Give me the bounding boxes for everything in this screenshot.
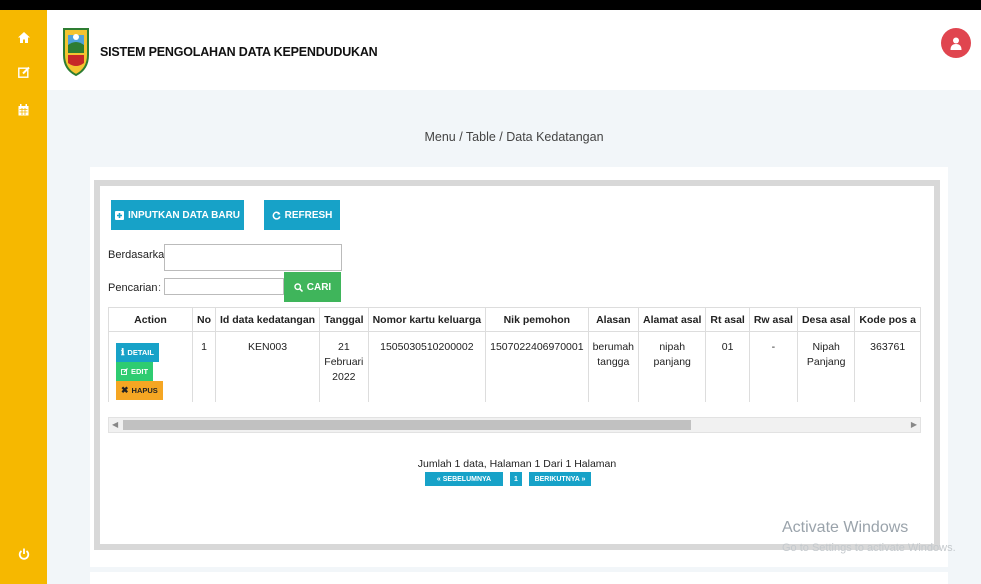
bottom-panel — [90, 572, 948, 584]
search-button[interactable]: CARI — [284, 272, 341, 302]
header-kodepos: Kode pos a — [854, 307, 921, 332]
cell-alasan: berumah tangga — [587, 331, 640, 402]
data-table: Action No Id data kedatangan Tanggal Nom… — [108, 307, 921, 402]
user-icon — [950, 37, 962, 50]
cell-alamat: nipah panjang — [638, 331, 707, 402]
next-page-button[interactable]: BERIKUTNYA » — [529, 472, 591, 486]
search-input[interactable] — [164, 278, 284, 295]
page-1-button[interactable]: 1 — [510, 472, 522, 486]
search-icon — [294, 282, 303, 292]
breadcrumb: Menu / Table / Data Kedatangan — [424, 130, 604, 144]
power-icon[interactable] — [0, 544, 47, 564]
filter-input[interactable] — [164, 244, 342, 271]
close-icon: ✖ — [121, 385, 129, 395]
search-label: Pencarian — [108, 282, 158, 294]
header-no: No — [191, 307, 216, 332]
user-menu-button[interactable] — [941, 28, 971, 58]
table-row: ℹ DETAIL EDIT ✖ HAPUS 1 KEN003 21 Februa… — [108, 331, 921, 402]
app-title: SISTEM PENGOLAHAN DATA KEPENDUDUKAN — [100, 45, 378, 59]
table-header-row: Action No Id data kedatangan Tanggal Nom… — [108, 307, 921, 332]
header-nkk: Nomor kartu keluarga — [367, 307, 487, 332]
edit-label: EDIT — [131, 367, 149, 376]
activation-watermark-title: Activate Windows — [782, 519, 909, 536]
cell-rw: - — [748, 331, 798, 402]
refresh-icon — [272, 211, 281, 220]
cell-id: KEN003 — [214, 331, 321, 402]
delete-label: HAPUS — [131, 386, 158, 395]
scrollbar-thumb[interactable] — [123, 420, 691, 430]
topbar: SISTEM PENGOLAHAN DATA KEPENDUDUKAN — [47, 10, 981, 90]
cell-tanggal: 21 Februari 2022 — [319, 331, 369, 402]
edit-button[interactable]: EDIT — [116, 362, 154, 381]
plus-square-icon — [114, 210, 124, 220]
header-alamat: Alamat asal — [638, 307, 707, 332]
home-icon[interactable] — [0, 27, 47, 47]
window-frame-top — [0, 0, 981, 10]
data-table-wrapper[interactable]: Action No Id data kedatangan Tanggal Nom… — [108, 307, 921, 402]
header-tanggal: Tanggal — [319, 307, 369, 332]
action-cell: ℹ DETAIL EDIT ✖ HAPUS — [108, 331, 193, 402]
sidebar — [0, 10, 47, 584]
add-data-label: INPUTKAN DATA BARU — [127, 209, 241, 221]
scroll-right-icon[interactable]: ▶ — [911, 418, 917, 432]
refresh-button[interactable]: REFRESH — [264, 200, 340, 230]
activation-watermark-subtitle: Go to Settings to activate Windows. — [782, 542, 956, 554]
header-rw: Rw asal — [748, 307, 798, 332]
regency-logo — [62, 25, 90, 80]
edit-icon — [121, 368, 128, 375]
horizontal-scrollbar[interactable]: ◀ ▶ — [108, 417, 921, 433]
header-nik: Nik pemohon — [485, 307, 589, 332]
cell-nik: 1507022406970001 — [485, 331, 589, 402]
calendar-icon[interactable] — [0, 100, 47, 120]
scroll-left-icon[interactable]: ◀ — [112, 418, 118, 432]
header-desa: Desa asal — [796, 307, 856, 332]
search-button-label: CARI — [306, 281, 332, 293]
detail-label: DETAIL — [127, 348, 154, 357]
info-icon: ℹ — [121, 347, 125, 357]
search-colon: : — [158, 282, 162, 294]
delete-button[interactable]: ✖ HAPUS — [116, 381, 163, 400]
header-action: Action — [108, 307, 193, 332]
cell-nkk: 1505030510200002 — [367, 331, 487, 402]
cell-kodepos: 363761 — [854, 331, 921, 402]
header-rt: Rt asal — [705, 307, 750, 332]
pagination-info: Jumlah 1 data, Halaman 1 Dari 1 Halaman — [417, 458, 617, 470]
cell-rt: 01 — [705, 331, 750, 402]
detail-button[interactable]: ℹ DETAIL — [116, 343, 159, 362]
refresh-label: REFRESH — [284, 209, 333, 221]
header-alasan: Alasan — [587, 307, 640, 332]
cell-no: 1 — [191, 331, 216, 402]
header-id: Id data kedatangan — [214, 307, 321, 332]
edit-icon[interactable] — [0, 62, 47, 82]
add-data-button[interactable]: INPUTKAN DATA BARU — [111, 200, 244, 230]
prev-page-button[interactable]: « SEBELUMNYA — [425, 472, 503, 486]
cell-desa: Nipah Panjang — [796, 331, 856, 402]
